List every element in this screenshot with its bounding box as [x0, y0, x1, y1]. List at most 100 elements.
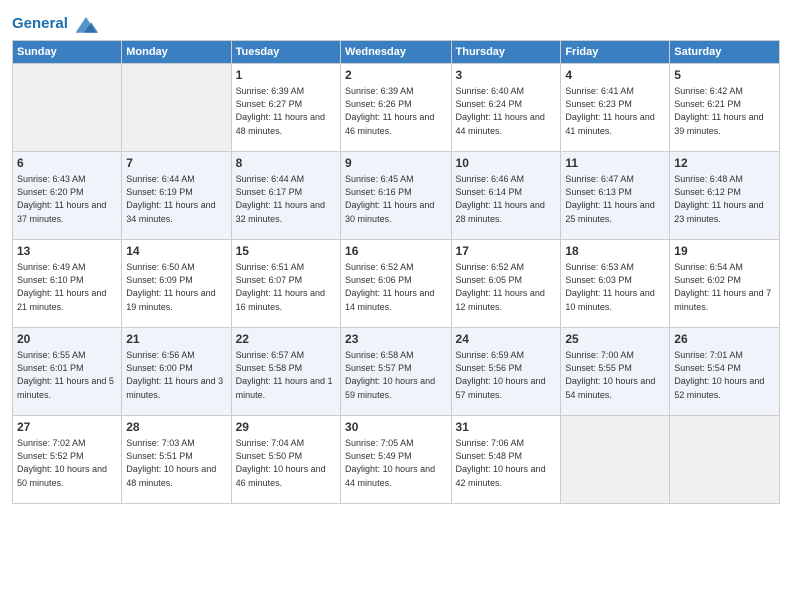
calendar-cell: 15 Sunrise: 6:51 AM Sunset: 6:07 PM Dayli… — [231, 240, 340, 328]
day-number: 28 — [126, 419, 226, 436]
day-number: 5 — [674, 67, 775, 84]
day-detail: Sunrise: 7:04 AM Sunset: 5:50 PM Dayligh… — [236, 438, 326, 488]
calendar-row: 13 Sunrise: 6:49 AM Sunset: 6:10 PM Dayli… — [13, 240, 780, 328]
day-number: 20 — [17, 331, 117, 348]
calendar-cell: 8 Sunrise: 6:44 AM Sunset: 6:17 PM Daylig… — [231, 152, 340, 240]
header-row: SundayMondayTuesdayWednesdayThursdayFrid… — [13, 41, 780, 64]
logo: General — [12, 10, 100, 34]
calendar-cell: 20 Sunrise: 6:55 AM Sunset: 6:01 PM Dayli… — [13, 328, 122, 416]
calendar-cell: 22Sunrise: 6:57 AM Sunset: 5:58 PM Dayli… — [231, 328, 340, 416]
day-detail: Sunrise: 6:56 AM Sunset: 6:00 PM Dayligh… — [126, 350, 223, 400]
day-number: 11 — [565, 155, 665, 172]
calendar-cell: 11Sunrise: 6:47 AM Sunset: 6:13 PM Dayli… — [561, 152, 670, 240]
day-detail: Sunrise: 6:52 AM Sunset: 6:05 PM Dayligh… — [456, 262, 545, 312]
day-number: 22 — [236, 331, 336, 348]
calendar-cell: 4 Sunrise: 6:41 AM Sunset: 6:23 PM Daylig… — [561, 64, 670, 152]
day-detail: Sunrise: 6:54 AM Sunset: 6:02 PM Dayligh… — [674, 262, 771, 312]
calendar-cell: 29 Sunrise: 7:04 AM Sunset: 5:50 PM Dayli… — [231, 416, 340, 504]
page: General SundayMondayTuesdayWednesdayThur… — [0, 0, 792, 612]
day-detail: Sunrise: 6:48 AM Sunset: 6:12 PM Dayligh… — [674, 174, 763, 224]
calendar-row: 6 Sunrise: 6:43 AM Sunset: 6:20 PM Daylig… — [13, 152, 780, 240]
day-detail: Sunrise: 7:05 AM Sunset: 5:49 PM Dayligh… — [345, 438, 435, 488]
calendar-cell: 21 Sunrise: 6:56 AM Sunset: 6:00 PM Dayli… — [122, 328, 231, 416]
day-detail: Sunrise: 6:51 AM Sunset: 6:07 PM Dayligh… — [236, 262, 325, 312]
calendar-cell: 31Sunrise: 7:06 AM Sunset: 5:48 PM Dayli… — [451, 416, 561, 504]
calendar-cell: 3 Sunrise: 6:40 AM Sunset: 6:24 PM Daylig… — [451, 64, 561, 152]
calendar-cell: 30 Sunrise: 7:05 AM Sunset: 5:49 PM Dayli… — [341, 416, 451, 504]
day-detail: Sunrise: 6:55 AM Sunset: 6:01 PM Dayligh… — [17, 350, 114, 400]
day-detail: Sunrise: 6:58 AM Sunset: 5:57 PM Dayligh… — [345, 350, 435, 400]
day-number: 24 — [456, 331, 557, 348]
calendar-cell: 13 Sunrise: 6:49 AM Sunset: 6:10 PM Dayli… — [13, 240, 122, 328]
calendar-row: 1 Sunrise: 6:39 AM Sunset: 6:27 PM Daylig… — [13, 64, 780, 152]
day-detail: Sunrise: 6:44 AM Sunset: 6:17 PM Dayligh… — [236, 174, 325, 224]
logo-icon — [72, 10, 100, 38]
day-number: 9 — [345, 155, 446, 172]
calendar-cell: 6 Sunrise: 6:43 AM Sunset: 6:20 PM Daylig… — [13, 152, 122, 240]
day-number: 30 — [345, 419, 446, 436]
day-detail: Sunrise: 6:43 AM Sunset: 6:20 PM Dayligh… — [17, 174, 106, 224]
calendar-cell: 12Sunrise: 6:48 AM Sunset: 6:12 PM Dayli… — [670, 152, 780, 240]
day-number: 13 — [17, 243, 117, 260]
calendar-cell: 25 Sunrise: 7:00 AM Sunset: 5:55 PM Dayli… — [561, 328, 670, 416]
day-number: 23 — [345, 331, 446, 348]
day-detail: Sunrise: 6:59 AM Sunset: 5:56 PM Dayligh… — [456, 350, 546, 400]
day-number: 1 — [236, 67, 336, 84]
day-number: 19 — [674, 243, 775, 260]
calendar-cell: 23 Sunrise: 6:58 AM Sunset: 5:57 PM Dayli… — [341, 328, 451, 416]
day-detail: Sunrise: 6:42 AM Sunset: 6:21 PM Dayligh… — [674, 86, 763, 136]
calendar-cell: 7 Sunrise: 6:44 AM Sunset: 6:19 PM Daylig… — [122, 152, 231, 240]
day-number: 3 — [456, 67, 557, 84]
day-detail: Sunrise: 6:41 AM Sunset: 6:23 PM Dayligh… — [565, 86, 654, 136]
day-number: 26 — [674, 331, 775, 348]
weekday-header: Thursday — [451, 41, 561, 64]
day-detail: Sunrise: 7:02 AM Sunset: 5:52 PM Dayligh… — [17, 438, 107, 488]
day-number: 8 — [236, 155, 336, 172]
day-number: 18 — [565, 243, 665, 260]
logo-text: General — [12, 16, 68, 33]
calendar-cell — [670, 416, 780, 504]
calendar-cell: 24 Sunrise: 6:59 AM Sunset: 5:56 PM Dayli… — [451, 328, 561, 416]
day-detail: Sunrise: 6:53 AM Sunset: 6:03 PM Dayligh… — [565, 262, 654, 312]
day-number: 15 — [236, 243, 336, 260]
day-detail: Sunrise: 7:03 AM Sunset: 5:51 PM Dayligh… — [126, 438, 216, 488]
day-number: 14 — [126, 243, 226, 260]
calendar-cell: 27Sunrise: 7:02 AM Sunset: 5:52 PM Dayli… — [13, 416, 122, 504]
calendar-row: 20 Sunrise: 6:55 AM Sunset: 6:01 PM Dayli… — [13, 328, 780, 416]
day-detail: Sunrise: 6:49 AM Sunset: 6:10 PM Dayligh… — [17, 262, 106, 312]
weekday-header: Sunday — [13, 41, 122, 64]
calendar-cell — [561, 416, 670, 504]
day-detail: Sunrise: 6:45 AM Sunset: 6:16 PM Dayligh… — [345, 174, 434, 224]
day-number: 21 — [126, 331, 226, 348]
day-number: 29 — [236, 419, 336, 436]
day-detail: Sunrise: 7:00 AM Sunset: 5:55 PM Dayligh… — [565, 350, 655, 400]
weekday-header: Wednesday — [341, 41, 451, 64]
day-detail: Sunrise: 6:52 AM Sunset: 6:06 PM Dayligh… — [345, 262, 434, 312]
calendar-cell: 26Sunrise: 7:01 AM Sunset: 5:54 PM Dayli… — [670, 328, 780, 416]
weekday-header: Friday — [561, 41, 670, 64]
day-number: 6 — [17, 155, 117, 172]
weekday-header: Monday — [122, 41, 231, 64]
day-number: 2 — [345, 67, 446, 84]
calendar-cell: 19 Sunrise: 6:54 AM Sunset: 6:02 PM Dayli… — [670, 240, 780, 328]
header: General — [12, 10, 780, 34]
calendar-table: SundayMondayTuesdayWednesdayThursdayFrid… — [12, 40, 780, 504]
day-detail: Sunrise: 6:44 AM Sunset: 6:19 PM Dayligh… — [126, 174, 215, 224]
day-detail: Sunrise: 6:40 AM Sunset: 6:24 PM Dayligh… — [456, 86, 545, 136]
day-detail: Sunrise: 7:06 AM Sunset: 5:48 PM Dayligh… — [456, 438, 546, 488]
calendar-cell: 14 Sunrise: 6:50 AM Sunset: 6:09 PM Dayli… — [122, 240, 231, 328]
calendar-cell: 1 Sunrise: 6:39 AM Sunset: 6:27 PM Daylig… — [231, 64, 340, 152]
day-number: 4 — [565, 67, 665, 84]
calendar-row: 27Sunrise: 7:02 AM Sunset: 5:52 PM Dayli… — [13, 416, 780, 504]
day-detail: Sunrise: 6:50 AM Sunset: 6:09 PM Dayligh… — [126, 262, 215, 312]
calendar-cell: 5 Sunrise: 6:42 AM Sunset: 6:21 PM Daylig… — [670, 64, 780, 152]
day-number: 25 — [565, 331, 665, 348]
day-detail: Sunrise: 6:39 AM Sunset: 6:27 PM Dayligh… — [236, 86, 325, 136]
day-number: 10 — [456, 155, 557, 172]
day-detail: Sunrise: 6:46 AM Sunset: 6:14 PM Dayligh… — [456, 174, 545, 224]
day-detail: Sunrise: 6:39 AM Sunset: 6:26 PM Dayligh… — [345, 86, 434, 136]
calendar-cell: 10 Sunrise: 6:46 AM Sunset: 6:14 PM Dayli… — [451, 152, 561, 240]
day-number: 16 — [345, 243, 446, 260]
calendar-cell — [122, 64, 231, 152]
day-number: 7 — [126, 155, 226, 172]
